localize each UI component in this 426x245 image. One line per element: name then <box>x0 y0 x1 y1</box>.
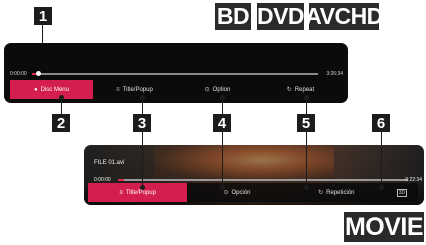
option-button[interactable]: ⊙ Option <box>176 80 259 99</box>
callout-6-dot <box>379 185 384 190</box>
option-label: Option <box>212 86 231 93</box>
progress-bar[interactable] <box>118 179 408 181</box>
option-label: Opción <box>231 189 251 196</box>
callout-5-dot-lower <box>304 185 309 190</box>
avchd-badge: AVCHD <box>305 3 383 30</box>
repeat-button[interactable]: ↻ Repetición <box>287 183 386 202</box>
callout-4-line-lower <box>222 132 223 187</box>
callout-4: 4 <box>213 114 231 132</box>
progress-bar[interactable] <box>32 71 318 76</box>
callout-4-dot-lower <box>220 185 225 190</box>
playback-osd-disc: 0:00:00 3:26:34 ● Disc Menu ≡ Title/Popu… <box>4 43 348 103</box>
option-icon: ⊙ <box>204 87 210 93</box>
repeat-button[interactable]: ↻ Repeat <box>259 80 342 99</box>
title-popup-label: Title/Popup <box>125 189 156 196</box>
bd-badge: BD <box>215 3 251 30</box>
callout-4-line <box>222 97 223 114</box>
callout-6: 6 <box>372 114 390 132</box>
progress-knob[interactable] <box>35 71 41 76</box>
file-name: FILE 01.avi <box>94 160 125 166</box>
callout-1: 1 <box>34 7 52 25</box>
list-icon: ≡ <box>119 189 123 196</box>
disc-menu-button[interactable]: ● Disc Menu <box>10 80 93 99</box>
3d-icon: 3D <box>396 188 408 197</box>
list-icon: ≡ <box>116 86 120 93</box>
elapsed-time: 0:00:00 <box>10 71 27 77</box>
repeat-label: Repetición <box>326 189 355 196</box>
movie-badge: MOVIE <box>344 212 424 242</box>
osd-button-bar: ≡ Title/Popup ⊙ Opción ↻ Repetición 3D <box>88 183 418 202</box>
progress-fill <box>118 179 124 181</box>
callout-3-line <box>142 97 143 114</box>
title-popup-button[interactable]: ≡ Title/Popup <box>93 80 176 99</box>
callout-5: 5 <box>297 114 315 132</box>
callout-2-line <box>61 97 62 114</box>
callout-3-line-lower <box>142 132 143 187</box>
repeat-icon: ↻ <box>318 190 324 196</box>
repeat-label: Repeat <box>294 86 315 93</box>
repeat-icon: ↻ <box>286 87 292 93</box>
callout-5-line-lower <box>306 132 307 187</box>
title-popup-label: Title/Popup <box>122 86 153 93</box>
callout-5-line <box>306 97 307 114</box>
circle-dot-icon: ● <box>34 86 38 93</box>
3d-button[interactable]: 3D <box>386 183 418 202</box>
total-time: 3:26:34 <box>326 71 343 77</box>
option-icon: ⊙ <box>223 190 229 196</box>
callout-3: 3 <box>133 114 151 132</box>
playback-osd-movie: FILE 01.avi 0:00:00 0:22:34 ≡ Title/Popu… <box>84 145 424 205</box>
option-button[interactable]: ⊙ Opción <box>187 183 286 202</box>
callout-3-dot-lower <box>140 185 145 190</box>
callout-6-line <box>381 132 382 187</box>
disc-menu-label: Disc Menu <box>40 86 69 93</box>
title-popup-button[interactable]: ≡ Title/Popup <box>88 183 188 202</box>
dvd-badge: DVD <box>256 3 305 30</box>
callout-2: 2 <box>52 114 70 132</box>
